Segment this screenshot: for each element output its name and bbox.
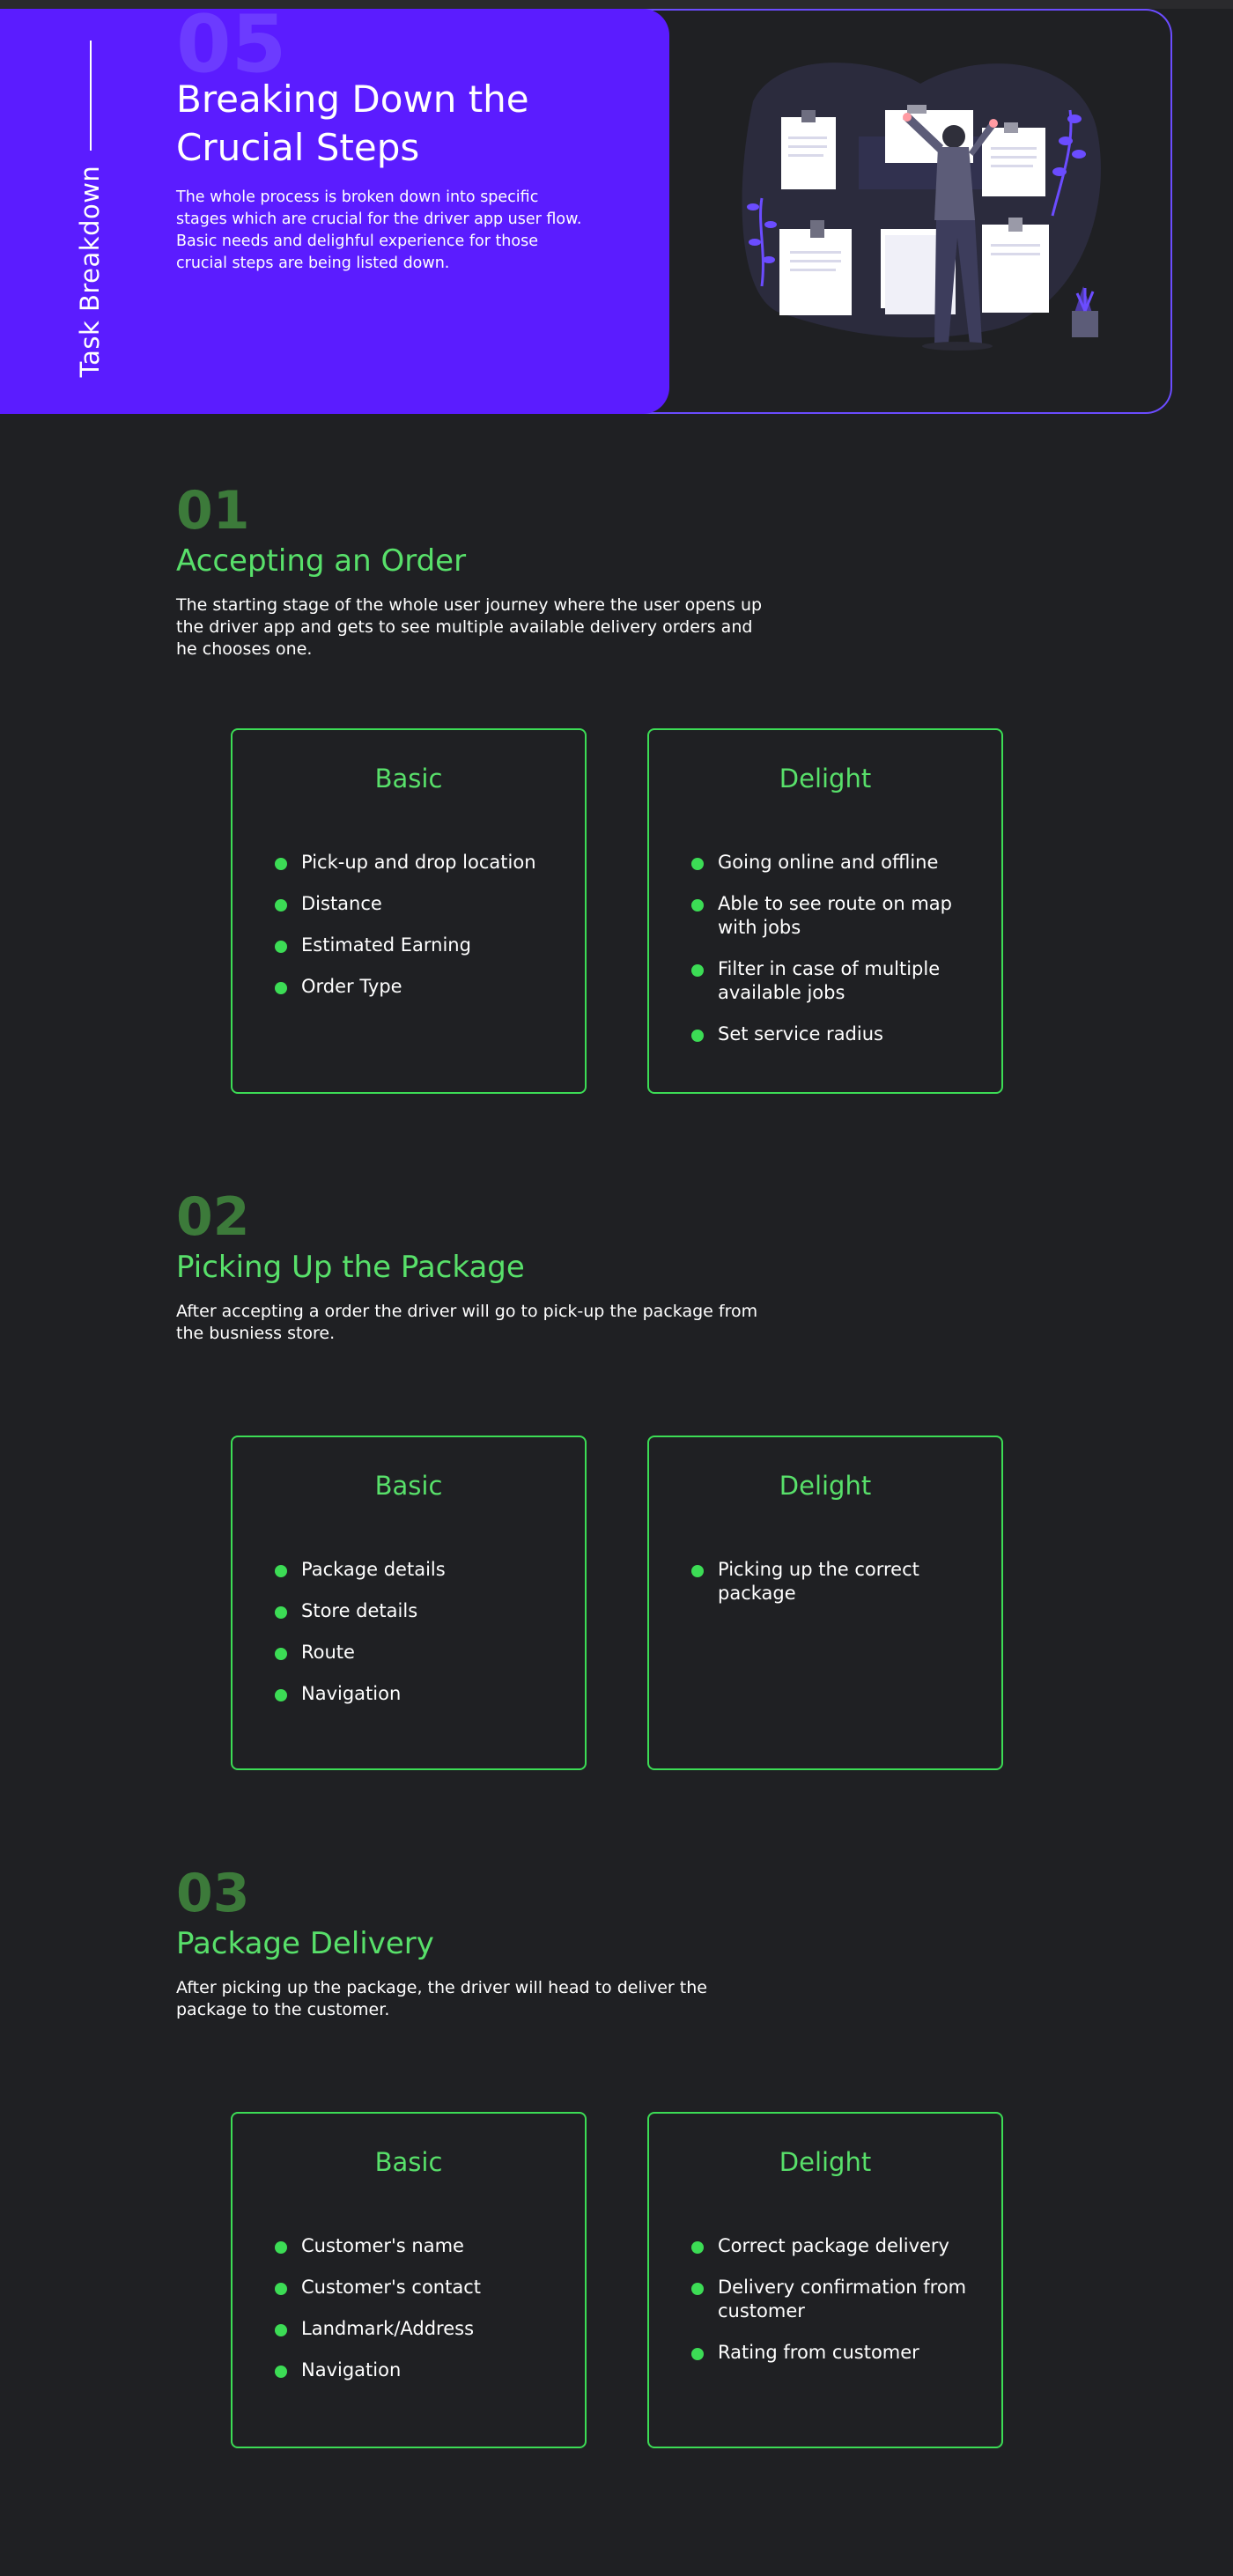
section-1-basic-card: Basic Pick-up and drop location Distance… — [231, 728, 587, 1094]
basic-list: Pick-up and drop location Distance Estim… — [275, 851, 567, 1016]
list-item: Pick-up and drop location — [275, 851, 567, 875]
list-item: Distance — [275, 892, 567, 916]
delight-list: Going online and offline Able to see rou… — [691, 851, 984, 1064]
list-item: Picking up the correct package — [691, 1558, 984, 1605]
section-2-basic-card: Basic Package details Store details Rout… — [231, 1436, 587, 1770]
list-item: Customer's contact — [275, 2276, 567, 2299]
list-item: Estimated Earning — [275, 934, 567, 957]
section-2-description: After accepting a order the driver will … — [176, 1302, 758, 1343]
list-item: Order Type — [275, 975, 567, 999]
list-item: Correct package delivery — [691, 2234, 984, 2258]
hero-desc-line-2: Basic needs and delighful experience for… — [176, 233, 538, 272]
delight-list: Correct package delivery Delivery confir… — [691, 2234, 984, 2382]
section-3-basic-card: Basic Customer's name Customer's contact… — [231, 2112, 587, 2448]
list-item: Rating from customer — [691, 2341, 984, 2365]
card-title: Delight — [779, 2147, 872, 2177]
list-item: Navigation — [275, 1682, 567, 1706]
section-3-title: Package Delivery — [176, 1926, 434, 1961]
section-1-description: The starting stage of the whole user jou… — [176, 595, 763, 659]
list-item: Navigation — [275, 2358, 567, 2382]
card-title: Basic — [374, 1471, 443, 1501]
side-label: Task Breakdown — [75, 165, 105, 378]
section-1-delight-card: Delight Going online and offline Able to… — [647, 728, 1003, 1094]
hero-number: 05 — [176, 0, 287, 91]
card-title: Delight — [779, 764, 872, 793]
list-item: Customer's name — [275, 2234, 567, 2258]
section-3-delight-card: Delight Correct package delivery Deliver… — [647, 2112, 1003, 2448]
list-item: Store details — [275, 1599, 567, 1623]
list-item: Going online and offline — [691, 851, 984, 875]
hero-title: Breaking Down the Crucial Steps — [176, 78, 529, 169]
section-3-number: 03 — [176, 1863, 250, 1924]
section-3-description: After picking up the package, the driver… — [176, 1978, 707, 2019]
hero-description: The whole process is broken down into sp… — [176, 187, 590, 275]
card-title: Basic — [374, 764, 443, 793]
section-2-number: 02 — [176, 1186, 250, 1248]
section-1-number: 01 — [176, 480, 250, 542]
basic-list: Package details Store details Route Navi… — [275, 1558, 567, 1723]
list-item: Landmark/Address — [275, 2317, 567, 2341]
section-2-title: Picking Up the Package — [176, 1250, 525, 1285]
side-divider — [90, 41, 92, 151]
basic-list: Customer's name Customer's contact Landm… — [275, 2234, 567, 2400]
card-title: Basic — [374, 2147, 443, 2177]
planning-board-illustration — [742, 63, 1101, 351]
list-item: Delivery confirmation from customer — [691, 2276, 984, 2323]
list-item: Filter in case of multiple available job… — [691, 957, 984, 1005]
list-item: Able to see route on map with jobs — [691, 892, 984, 940]
card-title: Delight — [779, 1471, 872, 1501]
section-1-title: Accepting an Order — [176, 543, 467, 579]
list-item: Route — [275, 1641, 567, 1664]
list-item: Package details — [275, 1558, 567, 1582]
hero-desc-line-1: The whole process is broken down into sp… — [176, 188, 582, 228]
list-item: Set service radius — [691, 1022, 984, 1046]
section-2-delight-card: Delight Picking up the correct package — [647, 1436, 1003, 1770]
delight-list: Picking up the correct package — [691, 1558, 984, 1623]
